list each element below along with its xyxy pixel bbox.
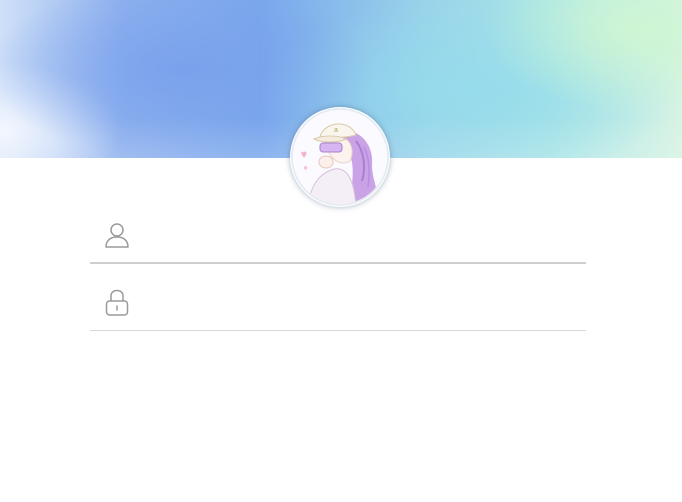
login-page: a — [0, 0, 682, 502]
user-icon — [105, 223, 129, 248]
avatar-illustration: a — [291, 108, 389, 206]
password-input[interactable] — [148, 286, 572, 320]
username-field[interactable] — [90, 206, 586, 264]
username-input[interactable] — [148, 218, 572, 252]
lock-icon — [105, 289, 129, 316]
avatar[interactable]: a — [290, 107, 390, 207]
password-field[interactable] — [90, 274, 586, 331]
svg-text:a: a — [334, 127, 338, 134]
